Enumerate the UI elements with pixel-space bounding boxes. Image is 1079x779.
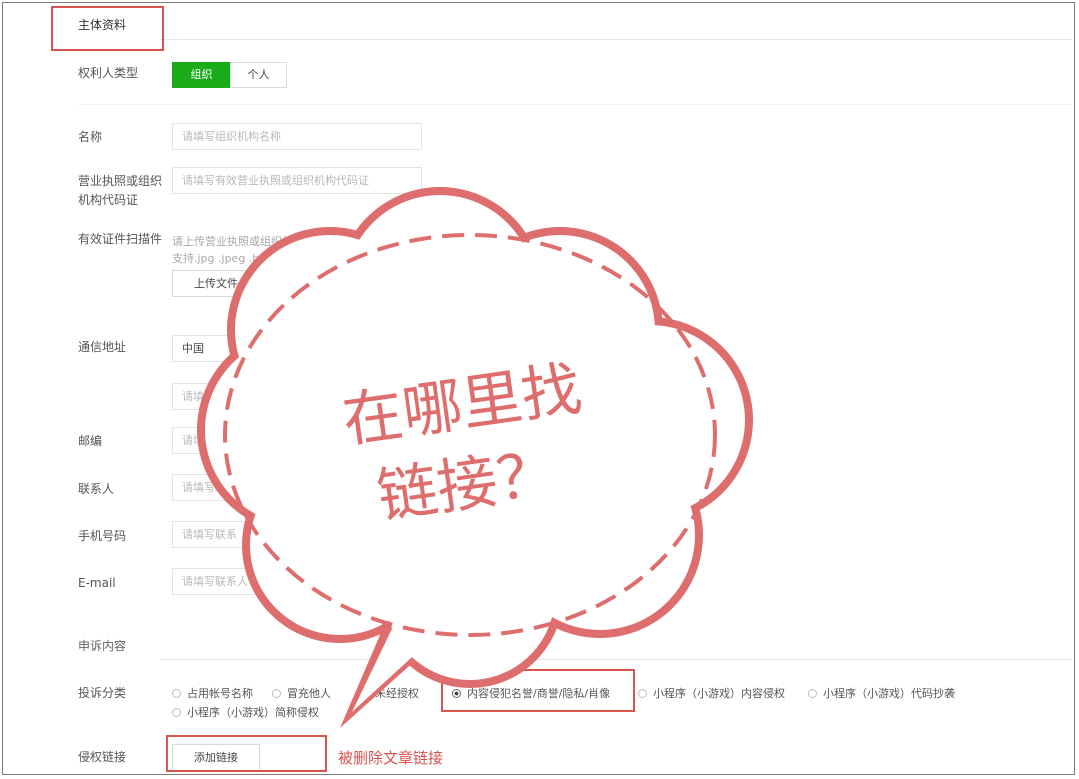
country-select[interactable]: 中国	[172, 335, 280, 362]
contact-label: 联系人	[78, 482, 115, 496]
complaint-section-title: 申诉内容	[78, 639, 127, 653]
type-option-organization[interactable]: 组织	[172, 62, 231, 88]
address-label: 通信地址	[78, 340, 127, 354]
category-option[interactable]: 占用帐号名称	[172, 687, 253, 701]
type-option-individual[interactable]: 个人	[230, 62, 287, 88]
scan-hint-line1: 请上传营业执照或组织机构代码证清晰	[172, 235, 359, 248]
radio-circle	[272, 689, 281, 698]
postcode-input[interactable]: 请填写	[172, 427, 422, 454]
license-label-line1: 营业执照或组织	[78, 174, 163, 188]
category-option-label: 占用帐号名称	[187, 687, 253, 700]
radio-circle	[638, 689, 647, 698]
complaint-category-label: 投诉分类	[78, 686, 127, 700]
email-input[interactable]: 请填写联系人	[172, 568, 422, 595]
section-divider	[160, 39, 1072, 40]
upload-file-button[interactable]: 上传文件	[172, 270, 260, 297]
postcode-label: 邮编	[78, 434, 103, 448]
selected-category-highlight	[441, 669, 635, 712]
category-option-label: 未经授权	[375, 687, 419, 700]
category-option-label: 小程序（小游戏）简称侵权	[187, 706, 319, 719]
license-input[interactable]: 请填写有效营业执照或组织机构代码证	[172, 167, 422, 194]
email-label: E-mail	[78, 576, 116, 590]
phone-input[interactable]: 请填写联系	[172, 521, 422, 548]
name-label: 名称	[78, 130, 103, 144]
radio-circle	[172, 708, 181, 717]
rights-holder-type-label: 权利人类型	[78, 66, 139, 80]
category-option-label: 冒充他人	[287, 687, 331, 700]
divider	[78, 104, 1072, 105]
section-title-highlight	[51, 6, 164, 51]
province-select[interactable]: 省份	[282, 335, 390, 362]
radio-circle	[172, 689, 181, 698]
license-label-line2: 机构代码证	[78, 193, 139, 207]
name-input[interactable]: 请填写组织机构名称	[172, 123, 422, 150]
category-option-label: 小程序（小游戏）内容侵权	[653, 687, 785, 700]
category-option[interactable]: 小程序（小游戏）内容侵权	[638, 687, 785, 701]
phone-label: 手机号码	[78, 529, 127, 543]
radio-circle	[808, 689, 817, 698]
radio-circle	[360, 689, 369, 698]
category-option[interactable]: 未经授权	[360, 687, 419, 701]
add-link-highlight	[166, 735, 327, 772]
category-option[interactable]: 小程序（小游戏）代码抄袭	[808, 687, 955, 701]
scan-hint-line2: 支持.jpg .jpeg .bmp .gif格式照片	[172, 252, 342, 265]
category-option[interactable]: 冒充他人	[272, 687, 331, 701]
complaint-divider	[160, 659, 1072, 660]
category-option[interactable]: 小程序（小游戏）简称侵权	[172, 706, 319, 720]
address-detail-input[interactable]: 请填	[172, 383, 422, 410]
contact-input[interactable]: 请填写联系	[172, 474, 422, 501]
scan-label: 有效证件扫描件	[78, 232, 163, 246]
annotation-text: 被删除文章链接	[338, 749, 444, 767]
infringing-link-label: 侵权链接	[78, 750, 127, 764]
category-option-label: 小程序（小游戏）代码抄袭	[823, 687, 955, 700]
